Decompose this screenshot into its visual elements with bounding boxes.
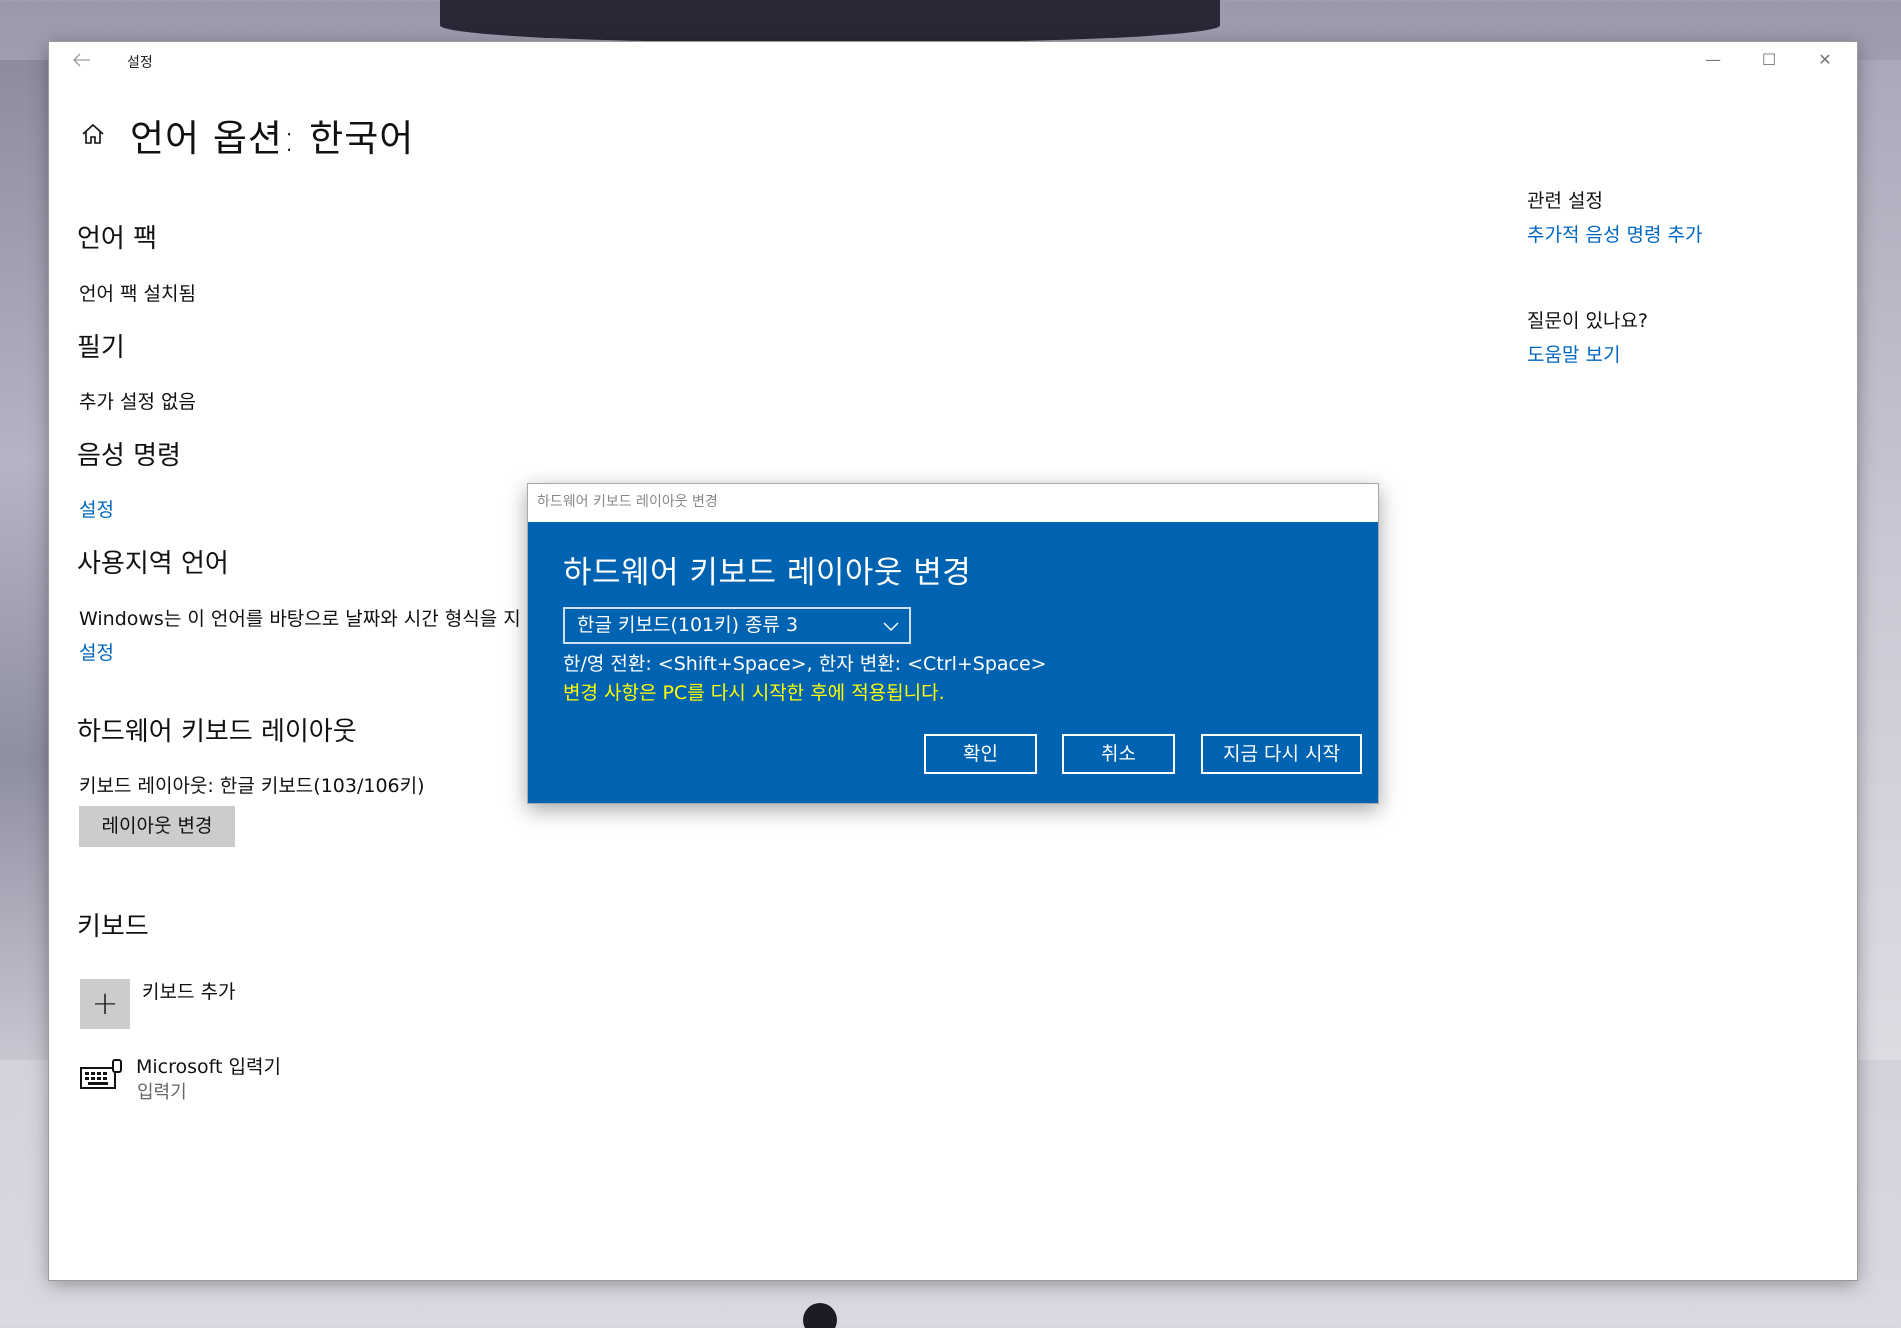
desktop-wallpaper-shape [440,0,1220,42]
layout-select[interactable]: 한글 키보드(101키) 종류 3 [563,607,911,644]
arrow-left-icon [73,53,90,67]
page-title: 언어 옵션: 한국어 [130,117,415,160]
keyboard-icon [79,1056,123,1096]
hardware-keyboard-heading: 하드웨어 키보드 레이아웃 [77,717,357,747]
language-pack-heading: 언어 팩 [77,224,158,254]
ok-button[interactable]: 확인 [924,734,1037,774]
help-link[interactable]: 도움말 보기 [1527,340,1620,367]
layout-select-value: 한글 키보드(101키) 종류 3 [577,614,799,636]
change-layout-dialog: 하드웨어 키보드 레이아웃 변경 하드웨어 키보드 레이아웃 변경 한글 키보드… [527,483,1379,804]
chevron-down-icon [883,622,899,632]
cancel-button[interactable]: 취소 [1062,734,1175,774]
shortcut-info: 한/영 전환: <Shift+Space>, 한자 변환: <Ctrl+Spac… [563,653,1047,675]
minimize-button[interactable]: — [1685,42,1741,78]
change-layout-button[interactable]: 레이아웃 변경 [79,806,235,847]
dialog-heading: 하드웨어 키보드 레이아웃 변경 [563,555,972,591]
speech-heading: 음성 명령 [77,441,181,471]
related-settings-heading: 관련 설정 [1527,190,1603,212]
minimize-icon: — [1705,50,1721,69]
plus-icon: + [91,984,119,1022]
regional-heading: 사용지역 언어 [77,549,229,579]
desktop-wallpaper-dot [803,1303,837,1328]
handwriting-heading: 필기 [77,333,125,363]
home-icon[interactable] [79,120,107,148]
add-speech-commands-link[interactable]: 추가적 음성 명령 추가 [1527,220,1702,247]
questions-heading: 질문이 있나요? [1527,310,1649,332]
maximize-icon: ☐ [1761,50,1777,69]
app-title: 설정 [127,55,153,71]
handwriting-status: 추가 설정 없음 [79,391,196,413]
back-button[interactable] [67,47,97,73]
add-keyboard-label[interactable]: 키보드 추가 [142,977,235,1004]
close-icon: ✕ [1818,50,1832,69]
restart-now-button[interactable]: 지금 다시 시작 [1201,734,1362,774]
dialog-title-bar: 하드웨어 키보드 레이아웃 변경 [528,484,1378,522]
language-pack-status: 언어 팩 설치됨 [79,283,196,305]
keyboards-heading: 키보드 [77,912,149,942]
keyboard-layout-text: 키보드 레이아웃: 한글 키보드(103/106키) [79,775,425,797]
regional-settings-link[interactable]: 설정 [79,638,114,665]
ime-name[interactable]: Microsoft 입력기 [136,1052,281,1079]
close-button[interactable]: ✕ [1797,42,1853,78]
speech-settings-link[interactable]: 설정 [79,495,114,522]
title-bar: 설정 — ☐ ✕ [49,42,1857,78]
add-keyboard-button[interactable]: + [80,979,130,1029]
maximize-button[interactable]: ☐ [1741,42,1797,78]
desktop-wallpaper-left [0,60,49,1060]
regional-description: Windows는 이 언어를 바탕으로 날짜와 시간 형식을 지 [79,608,521,630]
restart-warning: 변경 사항은 PC를 다시 시작한 후에 적용됩니다. [563,682,945,704]
ime-subtitle: 입력기 [137,1082,187,1103]
desktop-wallpaper-right [1857,60,1901,1060]
